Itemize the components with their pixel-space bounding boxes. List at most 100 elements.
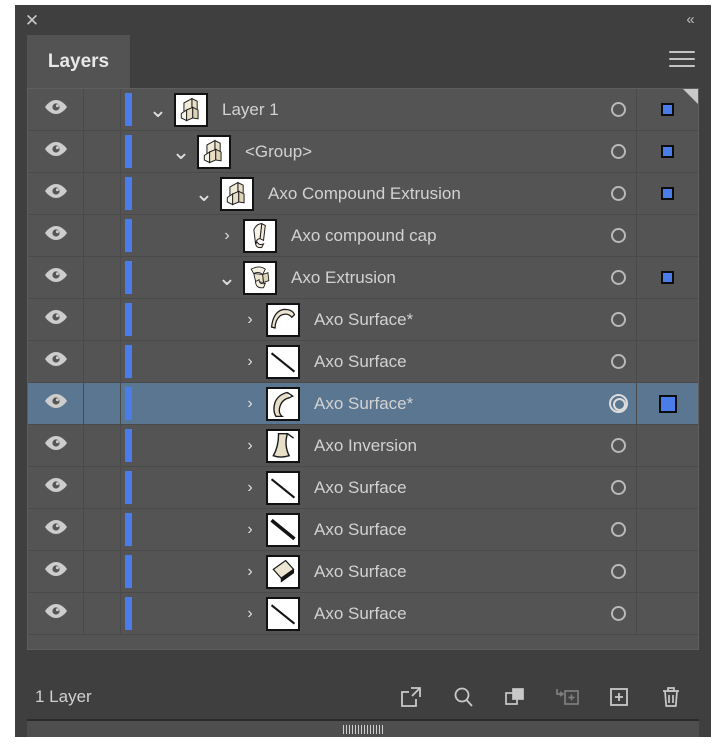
new-layer-icon[interactable]: [593, 677, 645, 717]
target-indicator[interactable]: [600, 173, 636, 214]
visibility-toggle[interactable]: [28, 299, 84, 340]
delete-layer-icon[interactable]: [645, 677, 697, 717]
layer-color-bar: [125, 471, 132, 504]
layer-row[interactable]: ⌄ Axo Extrusion: [28, 257, 698, 299]
layer-name: Axo compound cap: [291, 226, 437, 245]
visibility-toggle[interactable]: [28, 383, 84, 424]
visibility-toggle[interactable]: [28, 89, 84, 130]
lock-toggle[interactable]: [84, 299, 121, 340]
footer-toolbar: [385, 677, 697, 717]
chevron-down-icon[interactable]: ⌄: [192, 173, 216, 214]
selection-swatch: [661, 103, 674, 116]
locate-object-icon[interactable]: [437, 677, 489, 717]
layer-row[interactable]: › Axo Inversion: [28, 425, 698, 467]
target-indicator[interactable]: [600, 425, 636, 466]
layer-name: Axo Surface: [314, 562, 407, 581]
lock-toggle[interactable]: [84, 509, 121, 550]
visibility-toggle[interactable]: [28, 425, 84, 466]
selection-indicator[interactable]: [636, 593, 698, 634]
chevron-right-icon[interactable]: ›: [238, 383, 262, 424]
close-icon[interactable]: ✕: [21, 10, 43, 32]
lock-toggle[interactable]: [84, 467, 121, 508]
lock-toggle[interactable]: [84, 131, 121, 172]
chevron-down-icon[interactable]: ⌄: [215, 257, 239, 298]
visibility-toggle[interactable]: [28, 257, 84, 298]
visibility-toggle[interactable]: [28, 551, 84, 592]
layer-count-status: 1 Layer: [35, 687, 92, 706]
target-indicator[interactable]: [600, 509, 636, 550]
target-indicator[interactable]: [600, 551, 636, 592]
chevron-right-icon[interactable]: ›: [238, 341, 262, 382]
selection-indicator[interactable]: [636, 341, 698, 382]
visibility-toggle[interactable]: [28, 215, 84, 256]
selection-indicator[interactable]: [636, 131, 698, 172]
selection-indicator[interactable]: [636, 257, 698, 298]
selection-indicator[interactable]: [636, 215, 698, 256]
new-sublayer-icon: [541, 677, 593, 717]
selection-indicator[interactable]: [636, 383, 698, 424]
layer-row[interactable]: › Axo Surface: [28, 467, 698, 509]
lock-toggle[interactable]: [84, 215, 121, 256]
layer-row[interactable]: › Axo Surface: [28, 551, 698, 593]
lock-toggle[interactable]: [84, 383, 121, 424]
target-indicator[interactable]: [600, 257, 636, 298]
lock-toggle[interactable]: [84, 89, 121, 130]
lock-toggle[interactable]: [84, 593, 121, 634]
selection-indicator[interactable]: [636, 467, 698, 508]
lock-toggle[interactable]: [84, 257, 121, 298]
layer-thumbnail: [266, 513, 300, 547]
target-indicator[interactable]: [600, 215, 636, 256]
resize-grip[interactable]: [27, 719, 699, 737]
chevron-right-icon[interactable]: ›: [238, 299, 262, 340]
clipping-mask-icon[interactable]: [489, 677, 541, 717]
chevron-right-icon[interactable]: ›: [238, 509, 262, 550]
visibility-toggle[interactable]: [28, 593, 84, 634]
panel-menu-icon[interactable]: [669, 51, 695, 71]
layer-row[interactable]: › Axo Surface: [28, 341, 698, 383]
layer-row[interactable]: ⌄ Layer 1: [28, 89, 698, 131]
target-indicator[interactable]: [600, 131, 636, 172]
chevron-right-icon[interactable]: ›: [238, 593, 262, 634]
chevron-right-icon[interactable]: ›: [238, 467, 262, 508]
selection-indicator[interactable]: [636, 425, 698, 466]
layers-list[interactable]: ⌄ Layer 1 ⌄ <Group> ⌄ Axo Compound Extrusion ›…: [27, 88, 699, 650]
selection-indicator[interactable]: [636, 551, 698, 592]
layer-row[interactable]: › Axo Surface: [28, 509, 698, 551]
layer-row[interactable]: ⌄ Axo Compound Extrusion: [28, 173, 698, 215]
layer-row[interactable]: › Axo Surface*: [28, 383, 698, 425]
grip-tick: [376, 724, 377, 734]
selection-indicator[interactable]: [636, 299, 698, 340]
layer-color-bar: [125, 177, 132, 210]
lock-toggle[interactable]: [84, 551, 121, 592]
target-indicator[interactable]: [600, 89, 636, 130]
layer-color-bar: [125, 387, 132, 420]
visibility-toggle[interactable]: [28, 509, 84, 550]
chevron-right-icon[interactable]: ›: [238, 551, 262, 592]
layer-row[interactable]: › Axo Surface: [28, 593, 698, 635]
layer-row[interactable]: › Axo compound cap: [28, 215, 698, 257]
lock-toggle[interactable]: [84, 425, 121, 466]
visibility-toggle[interactable]: [28, 341, 84, 382]
selection-indicator[interactable]: [636, 173, 698, 214]
lock-toggle[interactable]: [84, 173, 121, 214]
target-indicator[interactable]: [600, 383, 636, 424]
target-indicator[interactable]: [600, 593, 636, 634]
target-indicator[interactable]: [600, 467, 636, 508]
chevron-right-icon[interactable]: ›: [238, 425, 262, 466]
visibility-toggle[interactable]: [28, 467, 84, 508]
lock-toggle[interactable]: [84, 341, 121, 382]
target-indicator[interactable]: [600, 341, 636, 382]
chevron-down-icon[interactable]: ⌄: [169, 131, 193, 172]
collapse-panel-icon[interactable]: «: [677, 9, 703, 31]
target-indicator[interactable]: [600, 299, 636, 340]
release-to-layers-icon[interactable]: [385, 677, 437, 717]
layer-row[interactable]: › Axo Surface*: [28, 299, 698, 341]
visibility-toggle[interactable]: [28, 131, 84, 172]
layer-row[interactable]: ⌄ <Group>: [28, 131, 698, 173]
chevron-right-icon[interactable]: ›: [215, 215, 239, 256]
selection-indicator[interactable]: [636, 509, 698, 550]
chevron-down-icon[interactable]: ⌄: [146, 89, 170, 130]
tab-layers[interactable]: Layers: [27, 35, 130, 88]
list-empty-area: [28, 635, 698, 649]
visibility-toggle[interactable]: [28, 173, 84, 214]
